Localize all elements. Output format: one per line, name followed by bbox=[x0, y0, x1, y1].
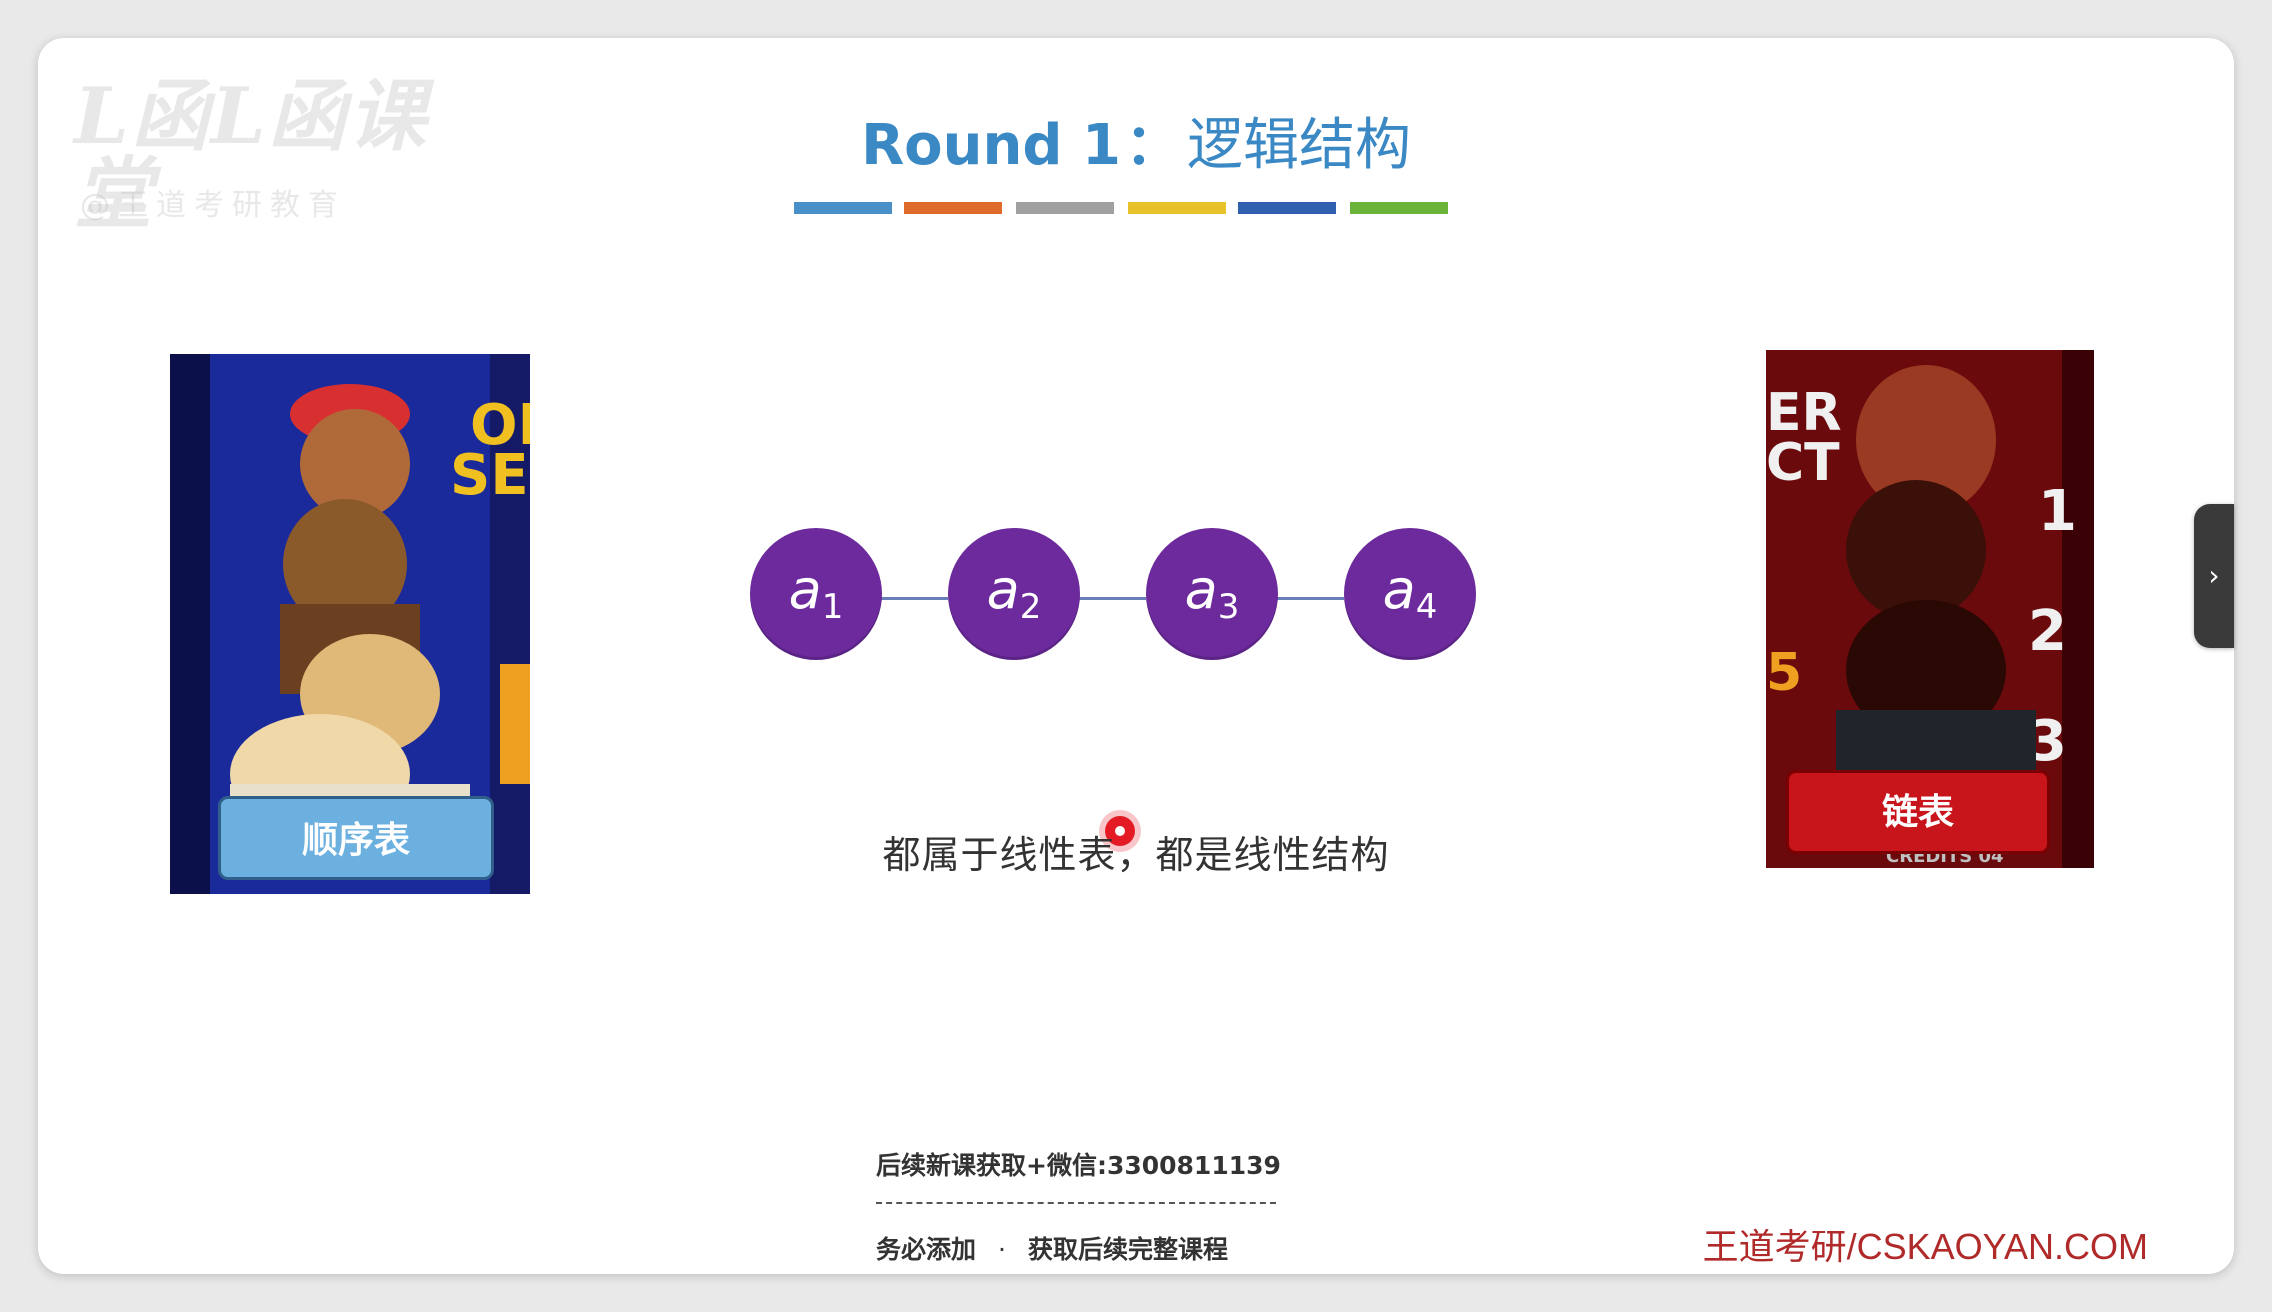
notice-divider bbox=[876, 1202, 1276, 1214]
node-a2: a2 bbox=[948, 528, 1080, 660]
linked-list-card: ER CT 1 2 3 5 CREDITS 04 链表 bbox=[1766, 350, 2094, 868]
node-a2-base: a bbox=[986, 558, 1020, 621]
node-a1: a1 bbox=[750, 528, 882, 660]
notice-must-add: 务必添加 bbox=[876, 1235, 977, 1264]
node-a1-base: a bbox=[788, 558, 822, 621]
node-a3-subscript: 3 bbox=[1217, 587, 1240, 627]
svg-text:1: 1 bbox=[2038, 479, 2077, 544]
color-bar-segment-2 bbox=[904, 202, 1002, 214]
node-link-1 bbox=[878, 597, 948, 600]
notice-wechat-line: 后续新课获取+微信:3300811139 bbox=[876, 1151, 1281, 1180]
notice-dot: · bbox=[998, 1235, 1006, 1264]
node-a4-base: a bbox=[1382, 558, 1416, 621]
notice-course-line: 务必添加 · 获取后续完整课程 bbox=[876, 1230, 1296, 1266]
svg-text:5: 5 bbox=[1766, 643, 1802, 703]
watermark-sub-text: @王道考研教育 bbox=[80, 188, 346, 223]
slide-caption: 都属于线性表，都是线性结构 bbox=[882, 833, 1390, 877]
slide-canvas: L函L函课堂 @王道考研教育 Round 1：逻辑结构 OF SE 顺 bbox=[38, 38, 2234, 1274]
slide-title-separator: ： bbox=[1124, 113, 1181, 178]
node-link-2 bbox=[1076, 597, 1146, 600]
color-bar-segment-5 bbox=[1238, 202, 1336, 214]
svg-text:CT: CT bbox=[1766, 433, 1840, 493]
node-a1-subscript: 1 bbox=[821, 587, 844, 627]
color-bar-segment-4 bbox=[1128, 202, 1226, 214]
node-a4: a4 bbox=[1344, 528, 1476, 660]
node-a3: a3 bbox=[1146, 528, 1278, 660]
svg-text:2: 2 bbox=[2028, 599, 2067, 664]
linear-list-node-chain: a1 a2 a3 a4 bbox=[750, 528, 1510, 668]
chevron-right-icon: › bbox=[2208, 559, 2220, 592]
slide-title: Round 1： 逻辑结构 bbox=[38, 100, 2234, 181]
site-url: 王道考研/CSKAOYAN.COM bbox=[1702, 1226, 2148, 1267]
footer-notice: 后续新课获取+微信:3300811139 务必添加 · 获取后续完整课程 bbox=[876, 1146, 1296, 1266]
slide-title-en: Round 1 bbox=[861, 113, 1121, 178]
svg-text:SE: SE bbox=[450, 443, 529, 508]
node-a4-subscript: 4 bbox=[1415, 587, 1438, 627]
side-panel-toggle-button[interactable]: › bbox=[2194, 504, 2234, 648]
notice-get-course: 获取后续完整课程 bbox=[1027, 1235, 1228, 1264]
sequential-list-card: OF SE 顺序表 bbox=[170, 354, 530, 894]
node-a3-base: a bbox=[1184, 558, 1218, 621]
color-bar-segment-3 bbox=[1016, 202, 1114, 214]
node-a2-subscript: 2 bbox=[1019, 587, 1042, 627]
node-link-3 bbox=[1274, 597, 1344, 600]
color-bar-segment-6 bbox=[1350, 202, 1448, 214]
color-bar-segment-1 bbox=[794, 202, 892, 214]
title-color-bar bbox=[794, 202, 1494, 216]
slide-title-cn: 逻辑结构 bbox=[1186, 113, 1411, 178]
